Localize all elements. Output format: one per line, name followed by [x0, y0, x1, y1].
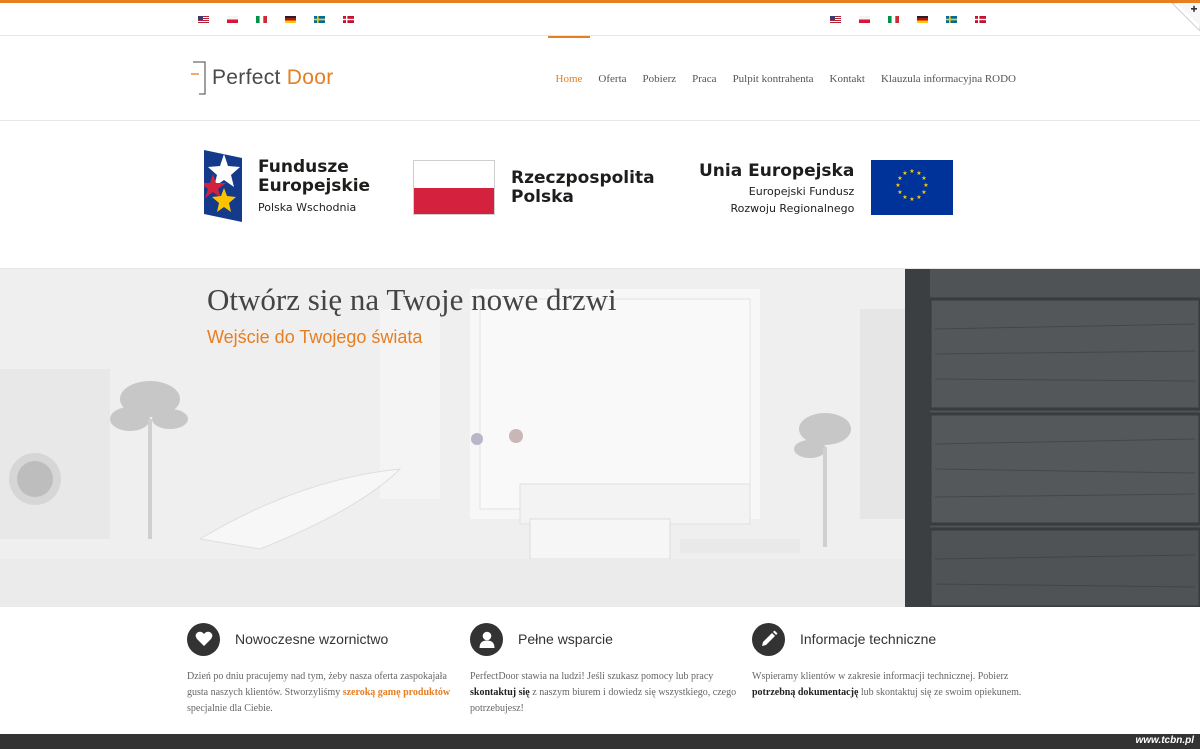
- wood-door-illustration: [905, 269, 1200, 607]
- eu-flag-icon: ★ ★★ ★★★ ★★★ ★★★: [871, 160, 954, 215]
- feature-title: Pełne wsparcie: [518, 631, 613, 647]
- main-nav: Home Oferta Pobierz Praca Pulpit kontrah…: [547, 36, 1024, 121]
- feature-text: Wspieramy klientów w zakresie informacji…: [752, 669, 1022, 701]
- feature-text-part: specjalnie dla Ciebie.: [187, 703, 273, 714]
- nav-home[interactable]: Home: [547, 36, 591, 121]
- feature-text: PerfectDoor stawia na ludzi! Jeśli szuka…: [470, 669, 740, 717]
- footer-bar: www.tcbn.pl: [0, 734, 1200, 749]
- dk-flag-icon[interactable]: [343, 16, 354, 23]
- hero-door-image: [905, 269, 1200, 607]
- rzeczpospolita-line1: Rzeczpospolita: [511, 167, 655, 188]
- feature-title: Nowoczesne wzornictwo: [235, 631, 389, 647]
- perfectdoor-logo[interactable]: Perfect Door: [190, 60, 334, 96]
- feature-technical: Informacje techniczne Wspieramy klientów…: [752, 622, 1022, 701]
- pl-flag-icon[interactable]: [227, 16, 238, 23]
- hero-slider: Otwórz się na Twoje nowe drzwi Wejście d…: [0, 269, 1200, 607]
- polish-flag-icon: [413, 160, 495, 215]
- svg-text:★: ★: [903, 170, 908, 177]
- pl-flag-icon[interactable]: [859, 16, 870, 23]
- svg-text:★: ★: [924, 182, 929, 189]
- feature-header: Pełne wsparcie: [470, 622, 740, 656]
- svg-text:★: ★: [903, 194, 908, 201]
- feature-columns: Nowoczesne wzornictwo Dzień po dniu prac…: [0, 607, 1200, 734]
- nav-kontakt[interactable]: Kontakt: [822, 36, 873, 121]
- feature-design: Nowoczesne wzornictwo Dzień po dniu prac…: [187, 622, 457, 717]
- feature-support: Pełne wsparcie PerfectDoor stawia na lud…: [470, 622, 740, 717]
- logo-text-door: Door: [286, 66, 334, 89]
- product-range-link[interactable]: szeroką gamę produktów: [343, 687, 450, 698]
- feature-text: Dzień po dniu pracujemy nad tym, żeby na…: [187, 669, 457, 717]
- eu-funding-logos: Fundusze Europejskie Polska Wschodnia Rz…: [0, 121, 1200, 269]
- nav-praca[interactable]: Praca: [684, 36, 724, 121]
- language-flags-left: [198, 16, 354, 23]
- user-icon: [470, 622, 503, 656]
- heart-icon: [187, 622, 220, 656]
- pencil-icon: [752, 622, 785, 656]
- svg-text:★: ★: [896, 182, 901, 189]
- de-flag-icon[interactable]: [285, 16, 296, 23]
- unia-text: Unia Europejska Europejski Fundusz Rozwo…: [699, 160, 854, 216]
- living-room-illustration: [0, 269, 905, 607]
- feature-header: Informacje techniczne: [752, 622, 1022, 656]
- svg-text:★: ★: [910, 168, 915, 175]
- se-flag-icon[interactable]: [314, 16, 325, 23]
- contact-link[interactable]: skontaktuj się: [470, 687, 530, 698]
- rzeczpospolita-text: Rzeczpospolita Polska: [511, 167, 655, 207]
- hero-title: Otwórz się na Twoje nowe drzwi: [207, 282, 617, 317]
- svg-text:★: ★: [898, 189, 903, 196]
- de-flag-icon[interactable]: [917, 16, 928, 23]
- feature-title: Informacje techniczne: [800, 631, 937, 647]
- hero-interior-image: [0, 269, 905, 607]
- fundusze-title-line2: Europejskie: [258, 176, 371, 196]
- language-flags-right: [830, 16, 986, 23]
- sliding-bar-toggle[interactable]: [1172, 3, 1200, 31]
- fundusze-title-line1: Fundusze: [258, 157, 349, 177]
- en-flag-icon[interactable]: [198, 16, 209, 23]
- watermark-text: www.tcbn.pl: [1135, 735, 1194, 746]
- unia-title: Unia Europejska: [699, 161, 855, 181]
- nav-pobierz[interactable]: Pobierz: [635, 36, 685, 121]
- feature-header: Nowoczesne wzornictwo: [187, 622, 457, 656]
- fundusze-text: Fundusze Europejskie Polska Wschodnia: [258, 157, 371, 215]
- nav-klauzula-rodo[interactable]: Klauzula informacyjna RODO: [873, 36, 1024, 121]
- it-flag-icon[interactable]: [256, 16, 267, 23]
- dk-flag-icon[interactable]: [975, 16, 986, 23]
- feature-text-part: lub skontaktuj się ze swoim opiekunem.: [858, 687, 1022, 698]
- unia-subtitle-line1: Europejski Fundusz: [748, 185, 855, 198]
- feature-text-part: PerfectDoor stawia na ludzi! Jeśli szuka…: [470, 671, 714, 682]
- en-flag-icon[interactable]: [830, 16, 841, 23]
- unia-europejska-logo: Unia Europejska Europejski Fundusz Rozwo…: [699, 160, 954, 216]
- rzeczpospolita-line2: Polska: [511, 186, 574, 207]
- svg-text:★: ★: [922, 189, 927, 196]
- logo-text: Perfect Door: [212, 66, 334, 90]
- svg-text:★: ★: [922, 175, 927, 182]
- nav-oferta[interactable]: Oferta: [590, 36, 634, 121]
- language-bar: [0, 0, 1200, 36]
- hero-subtitle: Wejście do Twojego świata: [207, 327, 423, 347]
- fundusze-subtitle: Polska Wschodnia: [258, 201, 357, 214]
- documentation-link[interactable]: potrzebną dokumentację: [752, 687, 858, 698]
- se-flag-icon[interactable]: [946, 16, 957, 23]
- svg-text:★: ★: [917, 194, 922, 201]
- nav-pulpit-kontrahenta[interactable]: Pulpit kontrahenta: [725, 36, 822, 121]
- feature-text-part: Wspieramy klientów w zakresie informacji…: [752, 671, 1009, 682]
- site-header: Perfect Door Home Oferta Pobierz Praca P…: [0, 36, 1200, 121]
- fundusze-europejskie-logo: Fundusze Europejskie Polska Wschodnia: [204, 150, 370, 222]
- it-flag-icon[interactable]: [888, 16, 899, 23]
- logo-text-perfect: Perfect: [212, 66, 281, 89]
- svg-text:★: ★: [910, 196, 915, 203]
- unia-subtitle-line2: Rozwoju Regionalnego: [730, 202, 855, 215]
- door-mark-icon: [191, 61, 206, 95]
- rzeczpospolita-polska-logo: Rzeczpospolita Polska: [413, 160, 655, 215]
- fundusze-stars-icon: [204, 150, 242, 222]
- corner-plus-icon: [1172, 3, 1200, 31]
